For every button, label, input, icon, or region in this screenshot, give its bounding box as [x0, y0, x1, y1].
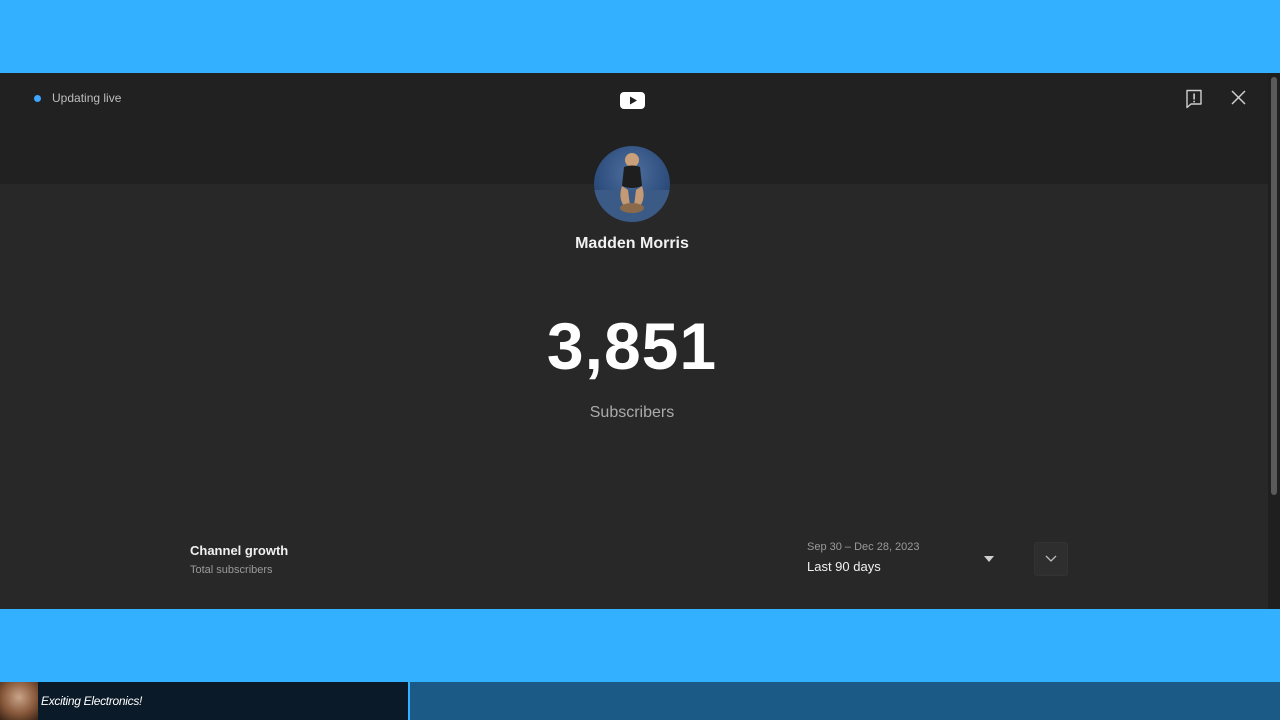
- scrollbar-thumb[interactable]: [1271, 77, 1277, 495]
- bottom-channel-card: Exciting Electronics!: [0, 682, 408, 720]
- date-range-dropdown[interactable]: Sep 30 – Dec 28, 2023 Last 90 days: [807, 539, 999, 579]
- channel-growth-subtitle: Total subscribers: [190, 564, 273, 576]
- live-subscriber-count-panel: Updating live Madden Morris 3,851 Subscr…: [0, 73, 1280, 609]
- youtube-logo-icon: [620, 92, 645, 109]
- channel-avatar: [594, 146, 670, 222]
- subscriber-label: Subscribers: [589, 404, 675, 421]
- feedback-icon[interactable]: [1185, 89, 1203, 109]
- bottom-thumbnail: [0, 682, 38, 720]
- close-icon[interactable]: [1230, 89, 1247, 106]
- bottom-divider: [408, 682, 410, 720]
- bottom-channel-title: Exciting Electronics!: [41, 694, 143, 708]
- date-range-label: Last 90 days: [807, 559, 881, 574]
- caret-down-icon: [984, 556, 994, 562]
- live-status-label: Updating live: [52, 91, 122, 105]
- scrollbar[interactable]: [1268, 73, 1280, 609]
- live-dot-icon: [34, 94, 41, 102]
- bottom-strip: Exciting Electronics!: [0, 682, 1280, 720]
- channel-name: Madden Morris: [575, 235, 689, 252]
- chevron-down-icon: [1045, 555, 1057, 562]
- live-status: Updating live: [34, 91, 121, 105]
- channel-growth-title: Channel growth: [190, 543, 289, 558]
- expand-chart-button[interactable]: [1034, 542, 1068, 576]
- screen: Updating live Madden Morris 3,851 Subscr…: [0, 0, 1280, 720]
- subscriber-count: 3,851: [546, 309, 718, 383]
- avatar-image: [594, 153, 670, 222]
- date-range-dates: Sep 30 – Dec 28, 2023: [807, 541, 920, 553]
